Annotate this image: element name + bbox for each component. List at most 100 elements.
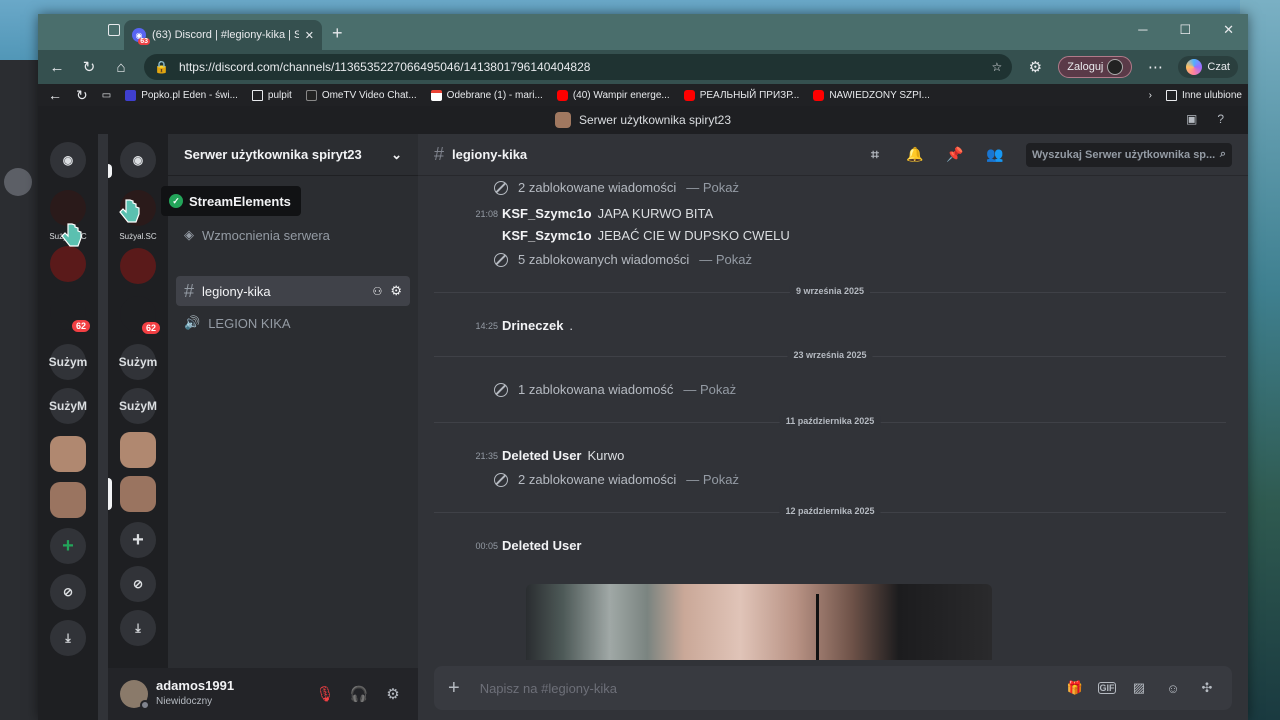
message-input[interactable]: Napisz na #legiony-kika (472, 681, 1052, 696)
member-list-icon[interactable]: 👥 (984, 146, 1006, 163)
emoji-icon[interactable]: ☺ (1162, 681, 1184, 696)
folder-icon (1165, 89, 1177, 101)
address-bar[interactable]: 🔒 https://discord.com/channels/113653522… (144, 54, 1013, 80)
show-link[interactable]: — Pokaż (683, 382, 736, 397)
bookmark-pulpit[interactable]: pulpit (251, 89, 292, 101)
bookmark-popko[interactable]: Popko.pl Eden - świ... (125, 89, 238, 101)
back-icon[interactable]: ← (48, 59, 66, 76)
gift-icon[interactable]: 🎁 (1064, 680, 1086, 696)
explore-icon[interactable]: ⊘ (120, 566, 156, 602)
server-icon-suzym[interactable]: Sużym (119, 344, 157, 380)
message-author[interactable]: KSF_Szymc1o (502, 206, 592, 221)
pin-icon[interactable]: 📌 (944, 146, 966, 163)
tab-strip: ◉63 (63) Discord | #legiony-kika | Serw … (38, 14, 1248, 50)
server-icon-suzym2[interactable]: SużyM (49, 388, 87, 424)
background-server-icon (4, 168, 32, 196)
message: 21:08 KSF_Szymc1o JAPA KURWO BITA (475, 206, 714, 221)
more-menu-icon[interactable]: ⋯ (1146, 58, 1164, 76)
sticker-icon[interactable]: ▨ (1128, 680, 1150, 696)
threads-icon[interactable]: ⌗ (864, 146, 886, 163)
download-icon[interactable]: ⤓ (50, 620, 86, 656)
add-attachment-icon[interactable]: + (448, 677, 460, 700)
add-server-icon[interactable]: + (120, 522, 156, 558)
profile-login-button[interactable]: Zaloguj (1058, 56, 1133, 78)
help-icon[interactable]: ? (1217, 112, 1224, 126)
discord-title: Serwer użytkownika spiryt23 (578, 113, 732, 127)
copilot-button[interactable]: Czat (1178, 56, 1238, 78)
message: 21:35 Deleted User Kurwo (475, 448, 625, 463)
date-divider: 11 października 2025 (434, 416, 1226, 426)
headphones-icon[interactable]: 🎧 (346, 685, 372, 703)
message: KSF_Szymc1o JEBAĆ CIE W DUPSKO CWELU (502, 228, 790, 243)
reload-icon[interactable]: ↻ (80, 58, 98, 76)
search-input[interactable]: Wyszukaj Serwer użytkownika sp... ⌕ (1026, 142, 1232, 167)
bookmark-youtube-1[interactable]: (40) Wampir energe... (556, 89, 670, 101)
show-link[interactable]: — Pokaż (686, 180, 739, 195)
show-link[interactable]: — Pokaż (686, 472, 739, 487)
server-icon[interactable] (120, 248, 156, 284)
server-icon-active[interactable] (120, 476, 156, 512)
page-reload-icon[interactable]: ↻ (76, 87, 88, 104)
explore-icon[interactable]: ⊘ (50, 574, 86, 610)
browser-tab[interactable]: ◉63 (63) Discord | #legiony-kika | Serw … (124, 20, 322, 50)
server-icon-suzym[interactable]: Sużym (49, 344, 87, 380)
message-author[interactable]: KSF_Szymc1o (502, 228, 592, 243)
message-author[interactable]: Drineczek (502, 318, 563, 333)
server-icon-photo[interactable] (50, 482, 86, 518)
server-icon-suzyal[interactable] (50, 190, 86, 226)
other-bookmarks[interactable]: Inne ulubione (1165, 89, 1242, 101)
show-link[interactable]: — Pokaż (699, 252, 752, 267)
invite-icon[interactable]: ⚇ (372, 285, 382, 298)
close-tab-icon[interactable]: ✕ (305, 29, 314, 42)
apps-icon[interactable]: ✣ (1196, 680, 1218, 696)
channel-legion-kika[interactable]: 🔊 LEGION KIKA (176, 308, 410, 338)
popko-icon (125, 89, 137, 101)
inbox-icon[interactable]: ▣ (1186, 112, 1197, 126)
voice-channel-icon: 🔊 (184, 315, 201, 330)
server-icon-suzym2[interactable]: SużyM (119, 388, 157, 424)
bookmarks-overflow-icon[interactable]: › (1149, 90, 1152, 101)
message-author[interactable]: Deleted User (502, 448, 581, 463)
channel-legiony-kika[interactable]: # legiony-kika ⚇ ⚙ (176, 276, 410, 306)
mute-icon[interactable]: 🎙 (312, 685, 338, 703)
discord-home-icon[interactable]: ◉ (50, 142, 86, 178)
add-server-icon[interactable]: + (50, 528, 86, 564)
server-header[interactable]: Serwer użytkownika spiryt23 ⌄ (168, 134, 418, 176)
new-tab-button[interactable]: + (332, 23, 343, 44)
blocked-icon (494, 472, 508, 487)
bookmark-youtube-3[interactable]: NAWIEDZONY SZPI... (813, 89, 930, 101)
message-author[interactable]: Deleted User (502, 538, 581, 553)
sidebar-toggle-icon[interactable] (108, 24, 120, 36)
discord-home-icon[interactable]: ◉ (120, 142, 156, 178)
favorite-star-icon[interactable]: ☆ (992, 60, 1003, 74)
user-avatar[interactable] (120, 680, 150, 710)
home-icon[interactable]: ⌂ (112, 59, 130, 76)
close-window-icon[interactable]: ✕ (1223, 22, 1234, 38)
image-attachment[interactable] (526, 584, 992, 660)
discord-title-bar: Serwer użytkownika spiryt23 ▣? (38, 106, 1248, 134)
message: 00:05 Deleted User (475, 538, 582, 553)
server-icon-badged[interactable]: 62 (120, 296, 162, 336)
server-icon-photo[interactable] (50, 436, 86, 472)
tab-actions-icon[interactable]: ▭ (102, 90, 111, 101)
page-back-icon[interactable]: ← (48, 87, 62, 103)
channel-settings-icon[interactable]: ⚙ (390, 283, 402, 299)
extensions-icon[interactable]: ⚙ (1026, 58, 1044, 76)
server-icon[interactable] (50, 246, 86, 282)
server-icon-badged[interactable]: 62 (50, 294, 92, 334)
server-icon-photo[interactable] (120, 432, 156, 468)
server-boosts-row[interactable]: ◈ Wzmocnienia serwera (176, 220, 410, 250)
bookmark-youtube-2[interactable]: РЕАЛЬНЫЙ ПРИЗР... (683, 89, 799, 101)
download-icon[interactable]: ⤓ (120, 610, 156, 646)
selected-pill (108, 478, 112, 510)
user-settings-icon[interactable]: ⚙ (380, 685, 406, 703)
gif-icon[interactable]: GIF (1098, 682, 1116, 694)
maximize-icon[interactable]: ☐ (1179, 22, 1191, 38)
bookmark-gmail[interactable]: Odebrane (1) - mari... (430, 89, 543, 101)
notifications-icon[interactable]: 🔔 (904, 146, 926, 163)
bookmark-ometv[interactable]: OmeTV Video Chat... (305, 89, 417, 101)
discord-app: Serwer użytkownika spiryt23 ▣? ◉ Sużyal.… (38, 106, 1248, 720)
browser-toolbar: ← ↻ ⌂ 🔒 https://discord.com/channels/113… (38, 50, 1248, 84)
server-avatar-small (554, 112, 571, 128)
minimize-icon[interactable]: ─ (1138, 22, 1147, 38)
